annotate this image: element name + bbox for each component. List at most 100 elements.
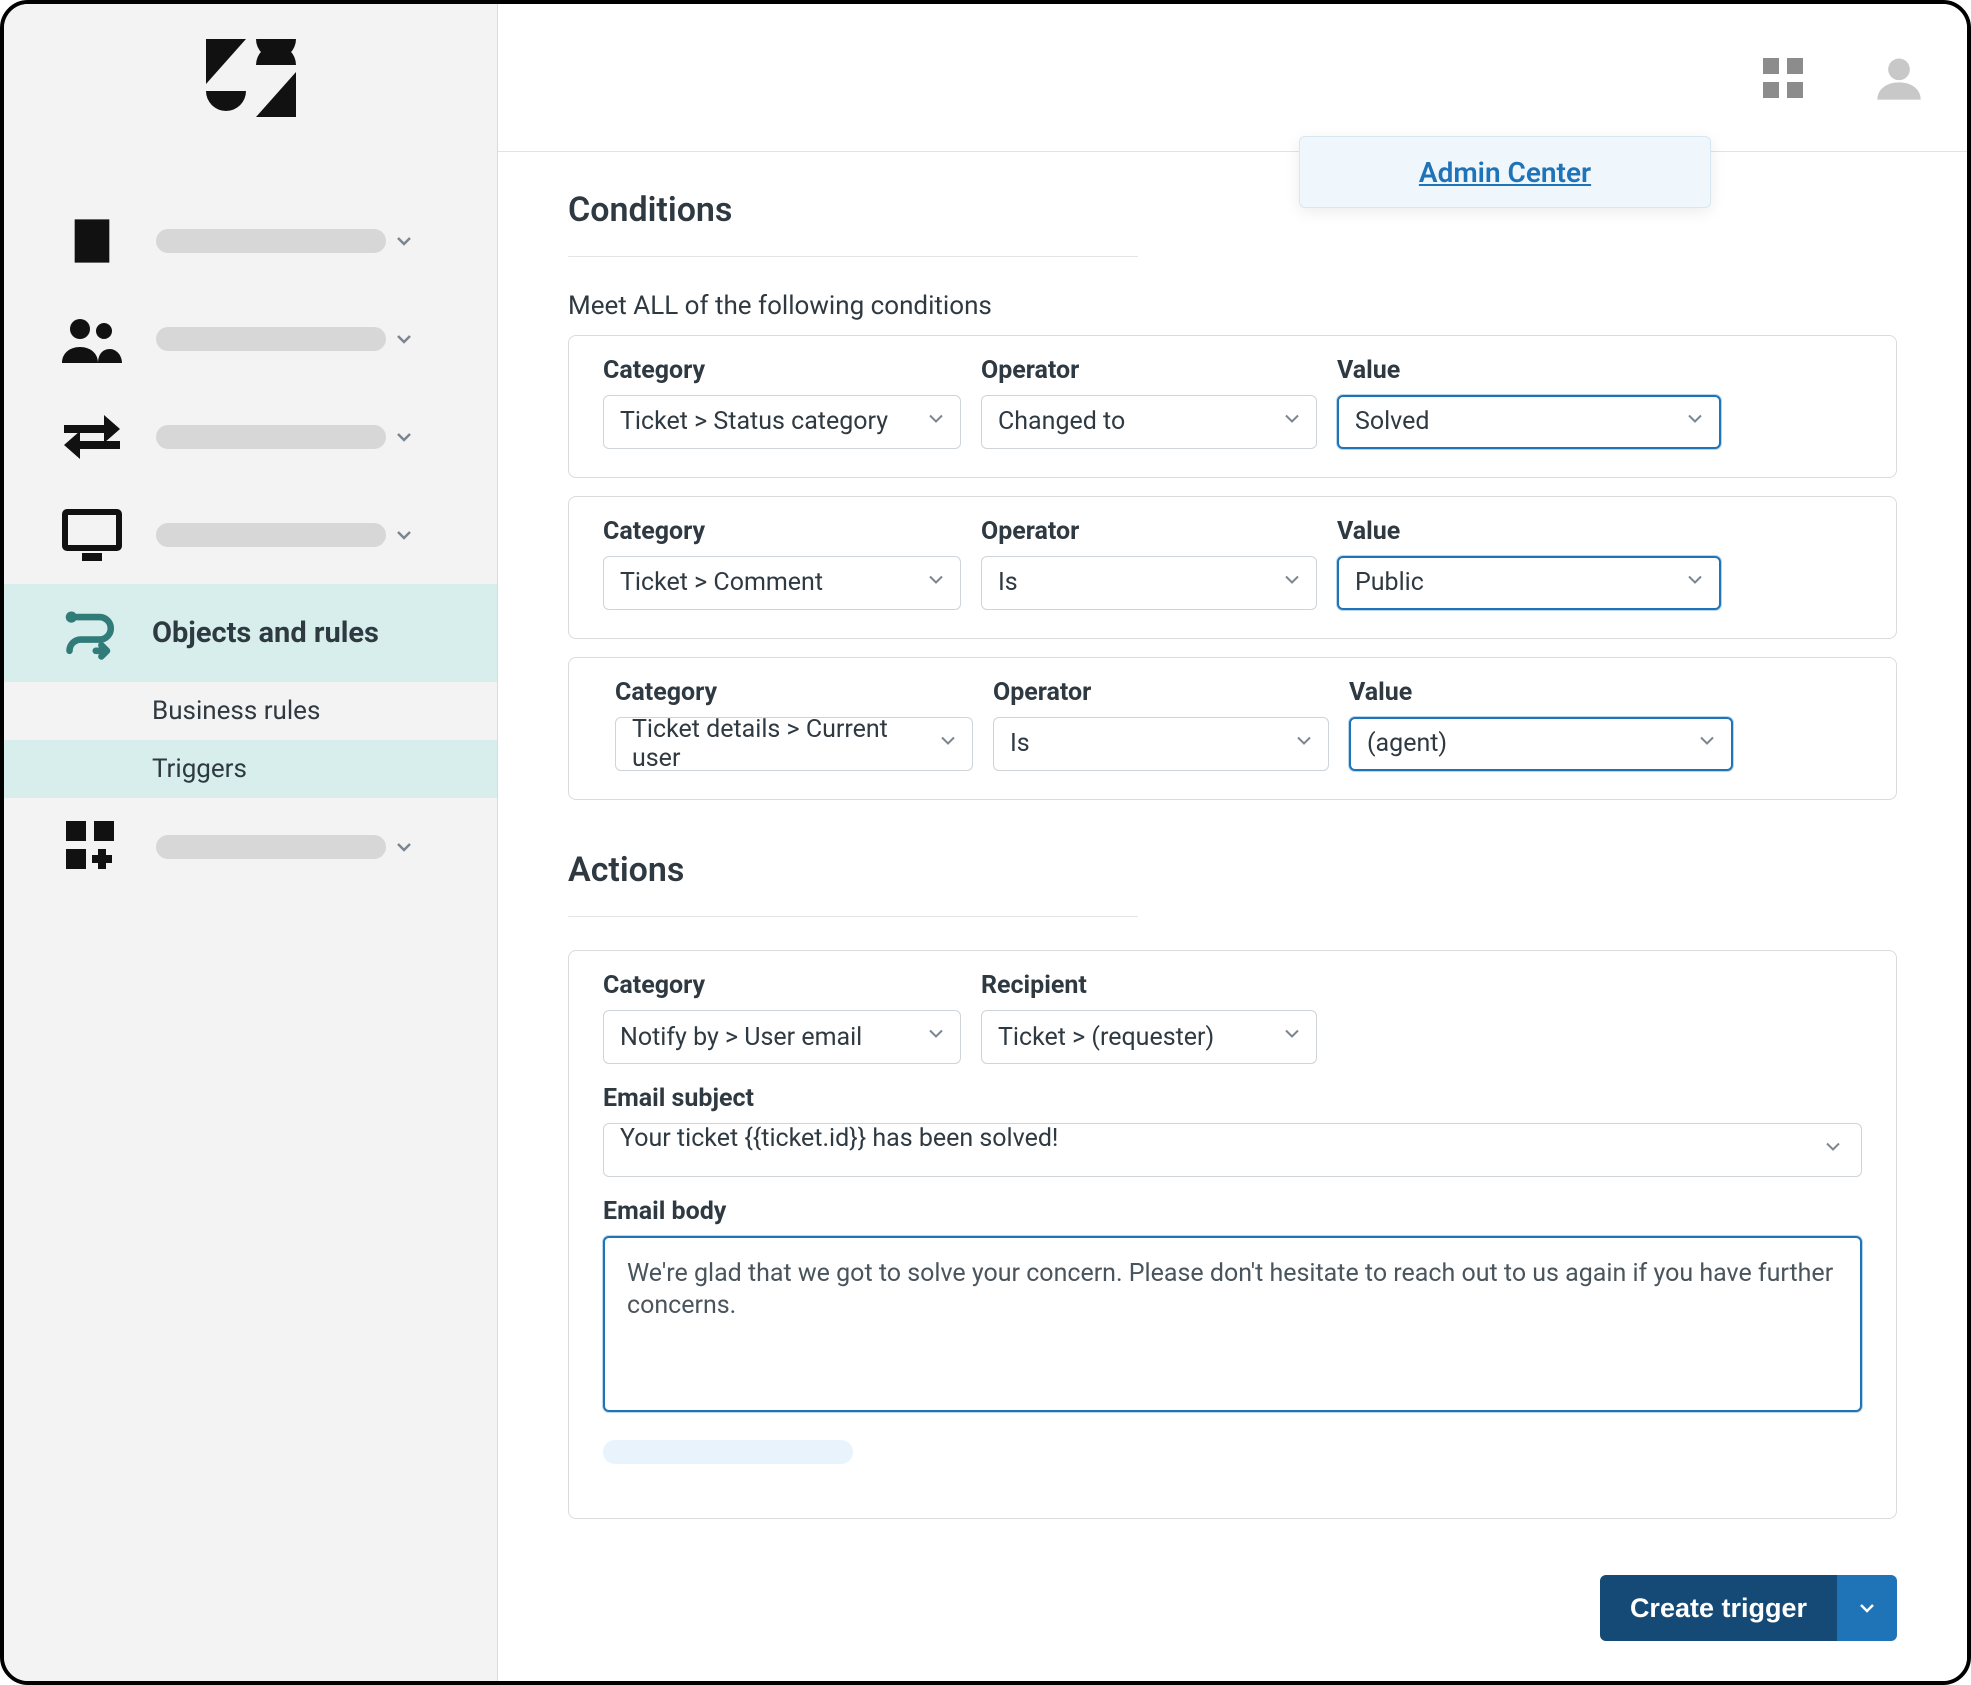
select-action-category[interactable]: Notify by > User email xyxy=(603,1010,961,1064)
sub-heading-business-rules[interactable]: Business rules xyxy=(4,682,497,740)
apps-add-icon xyxy=(62,817,122,877)
select-value: Ticket details > Current user xyxy=(632,715,928,773)
nav-item-3[interactable] xyxy=(4,388,497,486)
nav-label-placeholder xyxy=(156,327,386,351)
select-condition-1-operator[interactable]: Changed to xyxy=(981,395,1317,449)
chevron-down-icon xyxy=(1683,406,1707,437)
chevron-down-icon xyxy=(386,829,422,865)
chevron-down-icon xyxy=(1695,728,1719,759)
footer: Create trigger xyxy=(568,1519,1897,1641)
people-icon xyxy=(62,309,122,369)
condition-card-3: Category Ticket details > Current user O… xyxy=(568,657,1897,800)
nav-label-placeholder xyxy=(156,229,386,253)
select-value: Public xyxy=(1355,568,1424,597)
transfer-icon xyxy=(62,407,122,467)
chevron-down-icon xyxy=(1280,406,1304,437)
select-value: Solved xyxy=(1355,407,1430,436)
chevron-down-icon xyxy=(386,223,422,259)
select-value: Changed to xyxy=(998,407,1125,436)
sub-nav: Business rules Triggers xyxy=(4,682,497,798)
chevron-down-icon xyxy=(924,567,948,598)
label-operator: Operator xyxy=(981,517,1317,546)
label-action-recipient: Recipient xyxy=(981,971,1317,1000)
select-condition-2-operator[interactable]: Is xyxy=(981,556,1317,610)
select-value: Ticket > (requester) xyxy=(998,1023,1214,1052)
conditions-subheading: Meet ALL of the following conditions xyxy=(568,291,1897,321)
main-area: Admin Center Conditions Meet ALL of the … xyxy=(498,4,1967,1681)
select-value: Notify by > User email xyxy=(620,1023,862,1052)
label-email-body: Email body xyxy=(603,1197,1862,1226)
label-value: Value xyxy=(1337,517,1721,546)
chevron-down-icon xyxy=(386,517,422,553)
nav-item-1[interactable] xyxy=(4,192,497,290)
select-value: Ticket > Comment xyxy=(620,568,823,597)
label-category: Category xyxy=(603,517,961,546)
select-value: (agent) xyxy=(1367,729,1447,758)
input-email-subject[interactable]: Your ticket {{ticket.id}} has been solve… xyxy=(603,1123,1862,1177)
nav-label-objects-and-rules: Objects and rules xyxy=(152,616,379,650)
select-condition-1-category[interactable]: Ticket > Status category xyxy=(603,395,961,449)
sub-item-triggers[interactable]: Triggers xyxy=(4,740,497,798)
label-value: Value xyxy=(1337,356,1721,385)
create-trigger-split-button: Create trigger xyxy=(1600,1575,1897,1641)
chevron-down-icon xyxy=(1683,567,1707,598)
label-email-subject: Email subject xyxy=(603,1084,1862,1113)
content: Conditions Meet ALL of the following con… xyxy=(498,152,1967,1681)
sidebar: Objects and rules Business rules Trigger… xyxy=(4,4,498,1681)
select-value: Ticket > Status category xyxy=(620,407,888,436)
chevron-down-icon xyxy=(1280,1022,1304,1053)
condition-card-1: Category Ticket > Status category Operat… xyxy=(568,335,1897,478)
select-condition-2-value[interactable]: Public xyxy=(1337,556,1721,610)
input-value: Your ticket {{ticket.id}} has been solve… xyxy=(620,1124,1058,1153)
select-condition-2-category[interactable]: Ticket > Comment xyxy=(603,556,961,610)
nav-label-placeholder xyxy=(156,425,386,449)
select-condition-1-value[interactable]: Solved xyxy=(1337,395,1721,449)
chevron-down-icon xyxy=(924,1022,948,1053)
nav-item-2[interactable] xyxy=(4,290,497,388)
select-condition-3-value[interactable]: (agent) xyxy=(1349,717,1733,771)
logo-row xyxy=(4,4,497,152)
zendesk-logo-icon xyxy=(206,39,296,117)
action-card: Category Notify by > User email Recipien… xyxy=(568,950,1897,1519)
routing-icon xyxy=(62,603,122,663)
label-operator: Operator xyxy=(993,678,1329,707)
building-icon xyxy=(62,211,122,271)
chevron-down-icon xyxy=(1821,1135,1845,1166)
apps-grid-icon[interactable] xyxy=(1755,50,1811,106)
create-trigger-button[interactable]: Create trigger xyxy=(1600,1575,1837,1641)
label-category: Category xyxy=(603,356,961,385)
textarea-email-body[interactable] xyxy=(603,1236,1862,1412)
chevron-down-icon xyxy=(1280,567,1304,598)
topbar xyxy=(498,4,1967,152)
select-value: Is xyxy=(998,568,1018,597)
user-avatar-icon[interactable] xyxy=(1871,50,1927,106)
chevron-down-icon xyxy=(386,321,422,357)
select-value: Is xyxy=(1010,729,1030,758)
create-trigger-dropdown-button[interactable] xyxy=(1837,1575,1897,1641)
nav-item-6[interactable] xyxy=(4,798,497,896)
chevron-down-icon xyxy=(386,419,422,455)
select-condition-3-operator[interactable]: Is xyxy=(993,717,1329,771)
nav-label-placeholder xyxy=(156,523,386,547)
nav-label-placeholder xyxy=(156,835,386,859)
chevron-down-icon xyxy=(924,406,948,437)
primary-nav: Objects and rules Business rules Trigger… xyxy=(4,152,497,896)
admin-center-link[interactable]: Admin Center xyxy=(1419,156,1591,189)
select-condition-3-category[interactable]: Ticket details > Current user xyxy=(615,717,973,771)
actions-title: Actions xyxy=(568,850,1897,890)
label-operator: Operator xyxy=(981,356,1317,385)
nav-item-4[interactable] xyxy=(4,486,497,584)
skeleton-placeholder xyxy=(568,916,1138,917)
skeleton-placeholder xyxy=(568,256,1138,257)
chevron-down-icon xyxy=(936,728,960,759)
label-value: Value xyxy=(1349,678,1733,707)
chevron-down-icon xyxy=(1855,1596,1879,1620)
condition-card-2: Category Ticket > Comment Operator Is xyxy=(568,496,1897,639)
select-action-recipient[interactable]: Ticket > (requester) xyxy=(981,1010,1317,1064)
nav-item-objects-and-rules[interactable]: Objects and rules xyxy=(4,584,497,682)
admin-center-tooltip: Admin Center xyxy=(1299,136,1711,208)
label-action-category: Category xyxy=(603,971,961,1000)
monitor-icon xyxy=(62,505,122,565)
chevron-down-icon xyxy=(1292,728,1316,759)
skeleton-placeholder xyxy=(603,1440,853,1464)
